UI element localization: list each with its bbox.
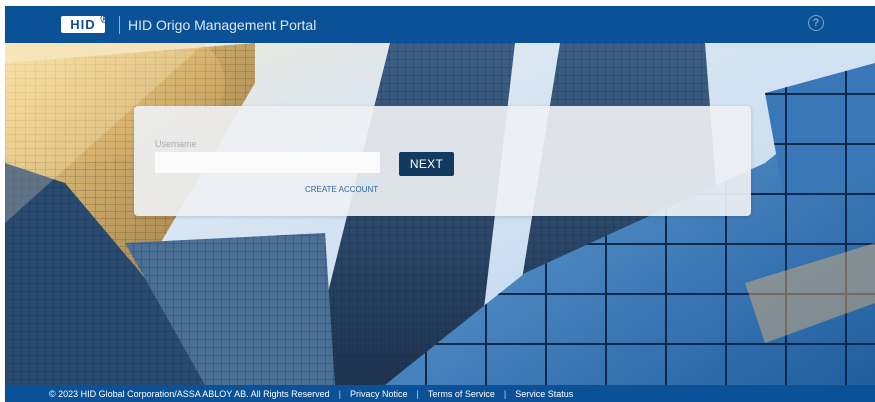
- header-divider: [119, 15, 120, 34]
- footer-separator: |: [503, 388, 507, 399]
- username-label: Username: [155, 139, 197, 149]
- footer-bar: © 2023 HID Global Corporation/ASSA ABLOY…: [5, 385, 875, 402]
- top-header-bar: HID ® HID Origo Management Portal ?: [5, 6, 875, 43]
- footer-separator: |: [416, 388, 419, 399]
- app-frame: HID ® HID Origo Management Portal ? User…: [5, 6, 875, 402]
- logo-text: HID: [70, 17, 96, 32]
- username-input[interactable]: [155, 152, 380, 173]
- page-title: HID Origo Management Portal: [128, 16, 317, 33]
- login-card: Username NEXT CREATE ACCOUNT: [134, 106, 751, 216]
- next-button[interactable]: NEXT: [399, 152, 454, 176]
- privacy-notice-link[interactable]: Privacy Notice: [350, 389, 408, 399]
- logo-registered-mark: ®: [100, 11, 111, 26]
- service-status-link[interactable]: Service Status: [515, 389, 573, 399]
- copyright-text: © 2023 HID Global Corporation/ASSA ABLOY…: [49, 388, 330, 399]
- help-circle-icon[interactable]: ?: [808, 15, 824, 31]
- hid-logo[interactable]: HID ®: [61, 12, 110, 33]
- footer-separator: |: [338, 388, 341, 399]
- footer-content: © 2023 HID Global Corporation/ASSA ABLOY…: [49, 389, 573, 399]
- terms-of-service-link[interactable]: Terms of Service: [428, 389, 495, 399]
- create-account-link[interactable]: CREATE ACCOUNT: [305, 185, 378, 194]
